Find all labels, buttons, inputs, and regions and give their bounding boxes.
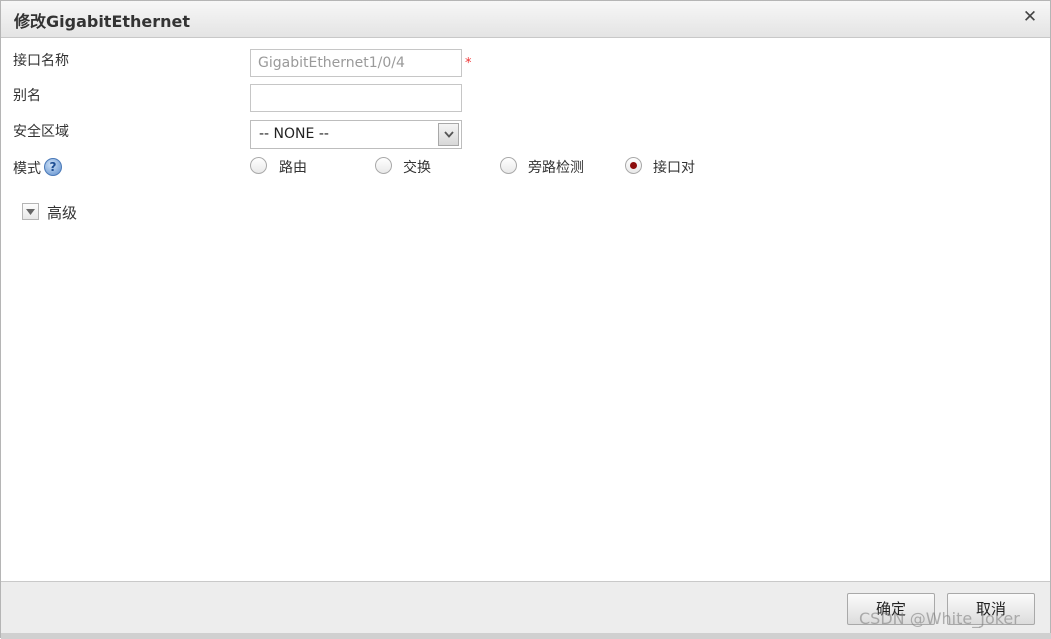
interface-name-label: 接口名称 (13, 53, 69, 69)
dialog-title: 修改GigabitEthernet (14, 12, 191, 31)
security-zone-label: 安全区域 (13, 124, 69, 140)
mode-label-interface-pair: 接口对 (653, 160, 695, 176)
close-icon[interactable]: ✕ (1022, 8, 1038, 26)
required-mark: * (465, 56, 472, 71)
mode-radio-switching[interactable] (375, 157, 392, 174)
mode-label-bypass: 旁路检测 (528, 160, 584, 176)
alias-input[interactable] (250, 84, 462, 112)
mode-radio-bypass[interactable] (500, 157, 517, 174)
security-zone-select[interactable]: -- NONE -- (250, 120, 462, 149)
mode-label-switching: 交换 (403, 160, 431, 176)
mode-label: 模式 (13, 161, 41, 177)
interface-name-input[interactable] (250, 49, 462, 77)
mode-label-routing: 路由 (279, 160, 307, 176)
dialog-titlebar: 修改GigabitEthernet ✕ (1, 1, 1050, 38)
watermark: CSDN @White_Joker (859, 609, 1020, 628)
help-icon[interactable]: ? (44, 158, 62, 176)
edit-interface-dialog: 修改GigabitEthernet ✕ 接口名称 * 别名 安全区域 -- NO… (0, 0, 1051, 639)
alias-label: 别名 (13, 88, 41, 104)
triangle-down-icon[interactable] (22, 203, 39, 220)
advanced-section-label[interactable]: 高级 (47, 202, 77, 223)
mode-radio-interface-pair[interactable] (625, 157, 642, 174)
mode-radio-routing[interactable] (250, 157, 267, 174)
security-zone-value: -- NONE -- (259, 126, 329, 142)
chevron-down-icon[interactable] (438, 123, 459, 146)
footer-divider (1, 633, 1051, 639)
